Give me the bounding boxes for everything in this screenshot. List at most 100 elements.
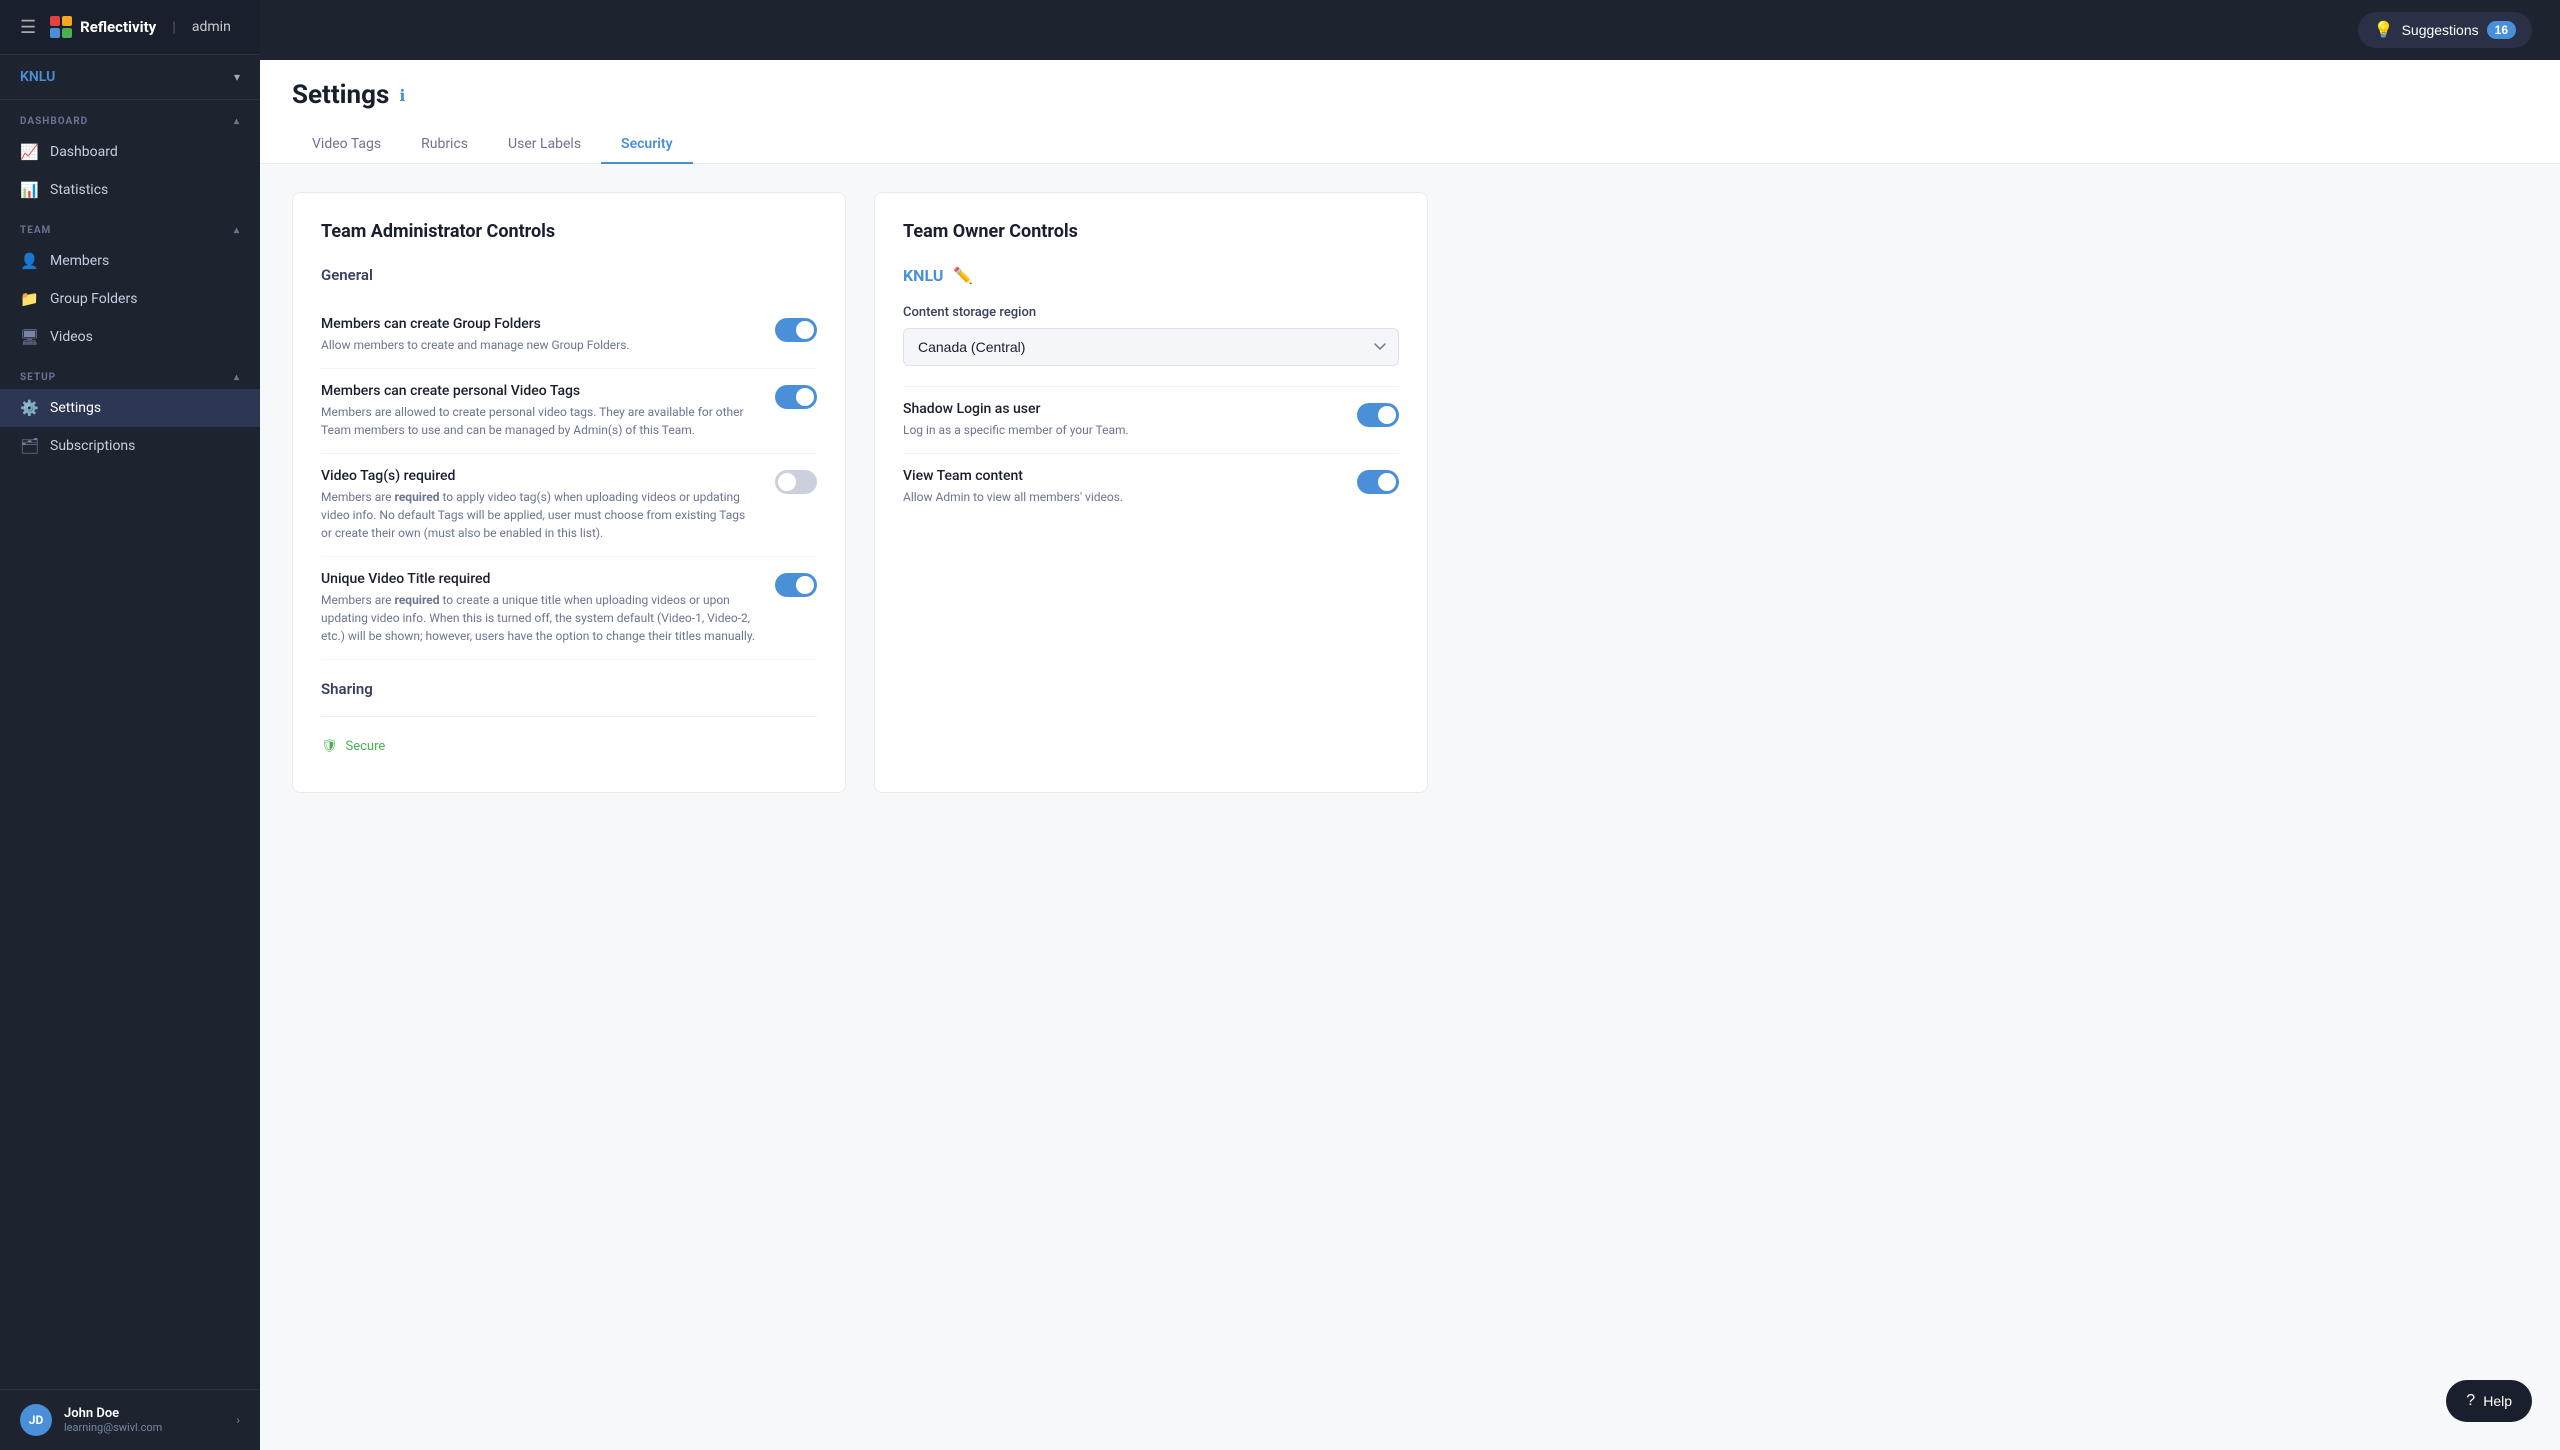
user-info: John Doe learning@swivl.com	[64, 1406, 224, 1434]
page-content: Settings ℹ Video Tags Rubrics User Label…	[260, 60, 2560, 1450]
suggestions-badge: 16	[2487, 21, 2516, 39]
sidebar-item-videos[interactable]: 🖥 Videos	[0, 318, 260, 356]
main-content: 💡 Suggestions 16 Settings ℹ Video Tags R…	[260, 0, 2560, 1450]
logo-area: Reflectivity | admin	[50, 16, 231, 38]
user-email: learning@swivl.com	[64, 1421, 224, 1434]
sidebar-group-team[interactable]: TEAM ▴	[0, 209, 260, 242]
toggle-video-tags-required[interactable]	[775, 470, 817, 494]
toggle-view-team-content[interactable]	[1357, 470, 1399, 494]
chevron-down-icon: ▾	[234, 70, 240, 84]
team-owner-title: Team Owner Controls	[903, 221, 1399, 242]
chevron-up-icon: ▴	[234, 225, 240, 236]
sidebar-item-group-folders[interactable]: 📁 Group Folders	[0, 280, 260, 318]
sidebar-header: ☰ Reflectivity | admin	[0, 0, 260, 55]
sidebar-item-settings[interactable]: ⚙️ Settings	[0, 389, 260, 427]
secure-row: 🛡 Secure	[321, 729, 817, 764]
sidebar-item-label: Dashboard	[50, 144, 118, 160]
video-icon: 🖥	[20, 328, 38, 346]
sidebar-item-statistics[interactable]: 📊 Statistics	[0, 171, 260, 209]
control-desc-video-tags-required: Members are required to apply video tag(…	[321, 488, 759, 542]
sidebar-item-label: Videos	[50, 329, 93, 345]
toggle-slider	[1357, 403, 1399, 427]
toggle-personal-video-tags[interactable]	[775, 385, 817, 409]
sidebar-footer: JD John Doe learning@swivl.com ›	[0, 1389, 260, 1450]
toggle-slider	[775, 573, 817, 597]
sidebar-item-members[interactable]: 👤 Members	[0, 242, 260, 280]
edit-icon[interactable]: ✏️	[953, 266, 973, 285]
sidebar-group-dashboard[interactable]: DASHBOARD ▴	[0, 100, 260, 133]
chevron-right-icon: ›	[236, 1413, 240, 1427]
team-admin-card: Team Administrator Controls General Memb…	[292, 192, 846, 793]
help-button[interactable]: ? Help	[2446, 1380, 2532, 1422]
toggle-shadow-login[interactable]	[1357, 403, 1399, 427]
storage-region-label: Content storage region	[903, 305, 1399, 320]
toggle-slider	[775, 318, 817, 342]
sidebar-item-label: Statistics	[50, 182, 108, 198]
toggle-unique-video-title[interactable]	[775, 573, 817, 597]
control-desc-unique-video-title: Members are required to create a unique …	[321, 591, 759, 645]
control-shadow-login: Shadow Login as user Log in as a specifi…	[903, 386, 1399, 453]
control-personal-video-tags: Members can create personal Video Tags M…	[321, 369, 817, 454]
folder-icon: 📁	[20, 290, 38, 308]
sidebar-item-label: Group Folders	[50, 291, 137, 307]
sidebar-item-dashboard[interactable]: 📈 Dashboard	[0, 133, 260, 171]
user-name: John Doe	[64, 1406, 224, 1421]
toggle-slider	[1357, 470, 1399, 494]
members-icon: 👤	[20, 252, 38, 270]
control-label-group-folders: Members can create Group Folders	[321, 316, 759, 332]
suggestions-label: Suggestions	[2402, 22, 2479, 38]
sidebar-item-label: Settings	[50, 400, 101, 416]
control-label-personal-video-tags: Members can create personal Video Tags	[321, 383, 759, 399]
settings-body: Team Administrator Controls General Memb…	[260, 164, 1460, 821]
subscriptions-icon: 🗂	[20, 437, 38, 455]
tab-security[interactable]: Security	[601, 126, 693, 164]
control-desc-shadow-login: Log in as a specific member of your Team…	[903, 421, 1341, 439]
control-label-shadow-login: Shadow Login as user	[903, 401, 1341, 417]
toggle-group-folders[interactable]	[775, 318, 817, 342]
toggle-slider	[775, 385, 817, 409]
topbar: 💡 Suggestions 16	[260, 0, 2560, 60]
tab-video-tags[interactable]: Video Tags	[292, 126, 401, 164]
control-label-view-team-content: View Team content	[903, 468, 1341, 484]
control-desc-personal-video-tags: Members are allowed to create personal v…	[321, 403, 759, 439]
admin-label: admin	[192, 19, 231, 35]
control-group-folders: Members can create Group Folders Allow m…	[321, 302, 817, 369]
hamburger-icon[interactable]: ☰	[20, 17, 36, 38]
sidebar-group-setup[interactable]: SETUP ▴	[0, 356, 260, 389]
owner-org-name: KNLU	[903, 266, 943, 285]
tabs: Video Tags Rubrics User Labels Security	[292, 126, 2528, 163]
tab-user-labels[interactable]: User Labels	[488, 126, 601, 164]
control-label-video-tags-required: Video Tag(s) required	[321, 468, 759, 484]
sidebar-item-subscriptions[interactable]: 🗂 Subscriptions	[0, 427, 260, 465]
shield-icon: 🛡	[321, 739, 338, 754]
avatar: JD	[20, 1404, 52, 1436]
settings-title-row: Settings ℹ	[292, 80, 2528, 110]
chevron-up-icon: ▴	[234, 372, 240, 383]
control-view-team-content: View Team content Allow Admin to view al…	[903, 453, 1399, 520]
help-icon: ?	[2466, 1392, 2475, 1410]
statistics-icon: 📊	[20, 181, 38, 199]
dashboard-icon: 📈	[20, 143, 38, 161]
chevron-up-icon: ▴	[234, 116, 240, 127]
settings-header: Settings ℹ Video Tags Rubrics User Label…	[260, 60, 2560, 164]
page-title: Settings	[292, 80, 389, 110]
control-desc-group-folders: Allow members to create and manage new G…	[321, 336, 759, 354]
owner-org-row: KNLU ✏️	[903, 266, 1399, 285]
lightbulb-icon: 💡	[2374, 20, 2394, 40]
general-section-label: General	[321, 266, 817, 284]
sidebar-item-label: Members	[50, 253, 109, 269]
brand-name: Reflectivity	[80, 18, 156, 36]
help-label: Help	[2483, 1393, 2512, 1409]
sidebar-org[interactable]: KNLU ▾	[0, 55, 260, 100]
tab-rubrics[interactable]: Rubrics	[401, 126, 488, 164]
sidebar-item-label: Subscriptions	[50, 438, 135, 454]
sidebar: ☰ Reflectivity | admin KNLU ▾ DASHBOARD …	[0, 0, 260, 1450]
info-icon[interactable]: ℹ	[399, 86, 405, 105]
sharing-section-label: Sharing	[321, 680, 817, 698]
control-desc-view-team-content: Allow Admin to view all members' videos.	[903, 488, 1341, 506]
team-admin-title: Team Administrator Controls	[321, 221, 817, 242]
secure-label: Secure	[346, 739, 386, 754]
toggle-slider	[775, 470, 817, 494]
suggestions-button[interactable]: 💡 Suggestions 16	[2358, 12, 2532, 48]
storage-region-select[interactable]: Canada (Central) US (Central) EU (Frankf…	[903, 328, 1399, 366]
